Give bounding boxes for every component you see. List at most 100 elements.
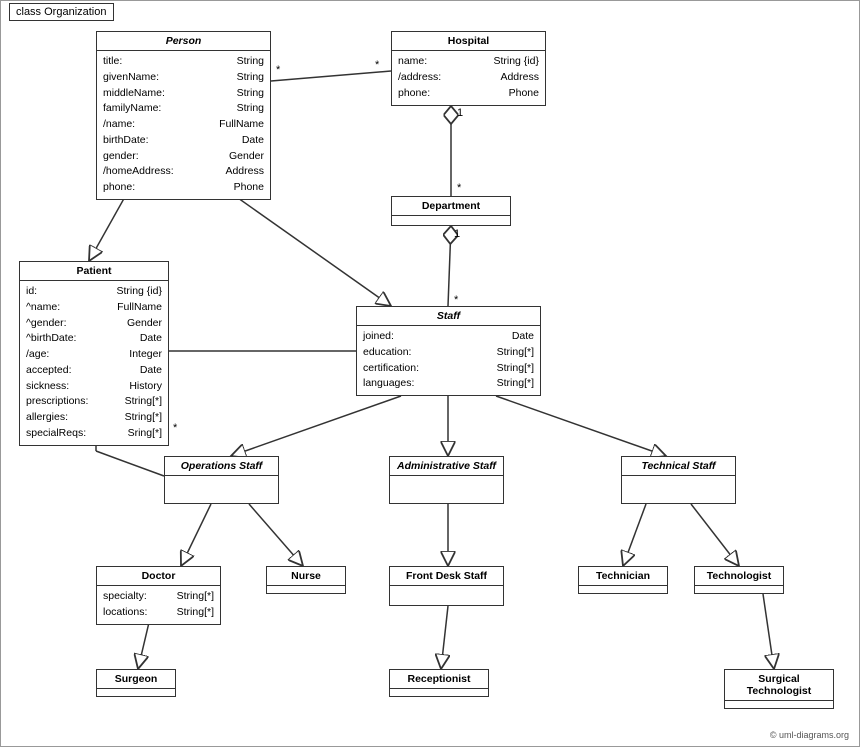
- attr-name: allergies:: [26, 410, 68, 426]
- attr-row: certification:String[*]: [363, 361, 534, 377]
- attr-type: Date: [140, 331, 162, 347]
- attr-type: Phone: [509, 86, 539, 102]
- class-surgeon: Surgeon: [96, 669, 176, 697]
- class-surgical_technologist: Surgical Technologist: [724, 669, 834, 709]
- attr-name: name:: [398, 54, 427, 70]
- class-front_desk_staff: Front Desk Staff: [389, 566, 504, 606]
- attr-name: ^name:: [26, 300, 60, 316]
- attr-row: birthDate:Date: [103, 133, 264, 149]
- class-operations_staff-header: Operations Staff: [165, 457, 278, 476]
- class-patient-header: Patient: [20, 262, 168, 281]
- class-person-body: title:StringgivenName:StringmiddleName:S…: [97, 51, 270, 199]
- attr-row: phone: Phone: [103, 180, 264, 196]
- attr-row: /homeAddress:Address: [103, 164, 264, 180]
- class-department-header: Department: [392, 197, 510, 216]
- attr-type: Sring[*]: [128, 426, 162, 442]
- attr-row: /name:FullName: [103, 117, 264, 133]
- class-receptionist: Receptionist: [389, 669, 489, 697]
- attr-type: String[*]: [177, 589, 214, 605]
- attr-type: String[*]: [177, 605, 214, 621]
- attr-name: accepted:: [26, 363, 72, 379]
- class-nurse-header: Nurse: [267, 567, 345, 586]
- class-doctor: Doctorspecialty:String[*]locations:Strin…: [96, 566, 221, 625]
- attr-type: Gender: [127, 316, 162, 332]
- attr-type: Integer: [129, 347, 162, 363]
- attr-name: phone:: [398, 86, 430, 102]
- attr-type: Phone: [234, 180, 264, 196]
- class-operations_staff: Operations Staff: [164, 456, 279, 504]
- attr-row: middleName:String: [103, 86, 264, 102]
- class-technician: Technician: [578, 566, 668, 594]
- attr-name: education:: [363, 345, 411, 361]
- svg-text:*: *: [375, 59, 380, 71]
- attr-name: ^gender:: [26, 316, 67, 332]
- svg-text:*: *: [454, 294, 459, 306]
- class-staff: Staff joined: Date education: String[*]certi…: [356, 306, 541, 396]
- class-technical_staff-header: Technical Staff: [622, 457, 735, 476]
- attr-type: String[*]: [497, 361, 534, 377]
- attr-type: String: [237, 86, 264, 102]
- attr-type: String: [237, 101, 264, 117]
- attr-type: String: [237, 70, 264, 86]
- class-doctor-header: Doctor: [97, 567, 220, 586]
- attr-row: prescriptions:String[*]: [26, 394, 162, 410]
- attr-row: /age: Integer: [26, 347, 162, 363]
- class-nurse: Nurse: [266, 566, 346, 594]
- attr-type: String {id}: [116, 284, 162, 300]
- svg-text:*: *: [457, 182, 462, 194]
- class-front_desk_staff-header: Front Desk Staff: [390, 567, 503, 586]
- attr-name: sickness:: [26, 379, 69, 395]
- svg-text:*: *: [276, 64, 281, 76]
- attr-type: History: [129, 379, 162, 395]
- attr-type: String[*]: [125, 410, 162, 426]
- attr-row: specialty: String[*]: [103, 589, 214, 605]
- attr-name: specialty:: [103, 589, 147, 605]
- attr-name: languages:: [363, 376, 414, 392]
- class-hospital-body: name:String {id}/address:Addressphone: Ph…: [392, 51, 545, 104]
- attr-row: id: String {id}: [26, 284, 162, 300]
- attr-name: /name:: [103, 117, 135, 133]
- attr-row: specialReqs:Sring[*]: [26, 426, 162, 442]
- attr-row: phone: Phone: [398, 86, 539, 102]
- attr-name: ^birthDate:: [26, 331, 76, 347]
- class-technologist-header: Technologist: [695, 567, 783, 586]
- attr-name: familyName:: [103, 101, 161, 117]
- diagram-container: class Organization * * 1 * 1: [0, 0, 860, 747]
- attr-type: String[*]: [497, 345, 534, 361]
- attr-row: gender:Gender: [103, 149, 264, 165]
- attr-type: FullName: [117, 300, 162, 316]
- class-technician-header: Technician: [579, 567, 667, 586]
- attr-row: joined: Date: [363, 329, 534, 345]
- attr-type: Date: [512, 329, 534, 345]
- attr-name: /address:: [398, 70, 441, 86]
- svg-text:1: 1: [457, 107, 463, 119]
- attr-row: /address:Address: [398, 70, 539, 86]
- diagram-title: class Organization: [9, 3, 114, 21]
- class-staff-header: Staff: [357, 307, 540, 326]
- class-person: Persontitle:StringgivenName:Stringmiddle…: [96, 31, 271, 200]
- attr-name: /age:: [26, 347, 49, 363]
- attr-type: Address: [225, 164, 264, 180]
- class-surgical_technologist-header: Surgical Technologist: [725, 670, 833, 701]
- attr-row: accepted:Date: [26, 363, 162, 379]
- attr-type: String: [237, 54, 264, 70]
- copyright: © uml-diagrams.org: [770, 730, 849, 740]
- attr-name: joined:: [363, 329, 394, 345]
- class-administrative_staff-header: Administrative Staff: [390, 457, 503, 476]
- attr-name: phone:: [103, 180, 135, 196]
- attr-row: name:String {id}: [398, 54, 539, 70]
- class-department: Department: [391, 196, 511, 226]
- attr-row: familyName: String: [103, 101, 264, 117]
- attr-name: id:: [26, 284, 37, 300]
- class-staff-body: joined: Date education: String[*]certificat…: [357, 326, 540, 395]
- class-technical_staff: Technical Staff: [621, 456, 736, 504]
- attr-name: title:: [103, 54, 122, 70]
- attr-name: prescriptions:: [26, 394, 88, 410]
- attr-name: givenName:: [103, 70, 159, 86]
- class-patient: Patient id: String {id} ^name: FullName ^gend…: [19, 261, 169, 446]
- attr-row: title: String: [103, 54, 264, 70]
- class-patient-body: id: String {id} ^name: FullName ^gender: Gend…: [20, 281, 168, 445]
- attr-row: givenName: String: [103, 70, 264, 86]
- attr-type: Gender: [229, 149, 264, 165]
- class-administrative_staff: Administrative Staff: [389, 456, 504, 504]
